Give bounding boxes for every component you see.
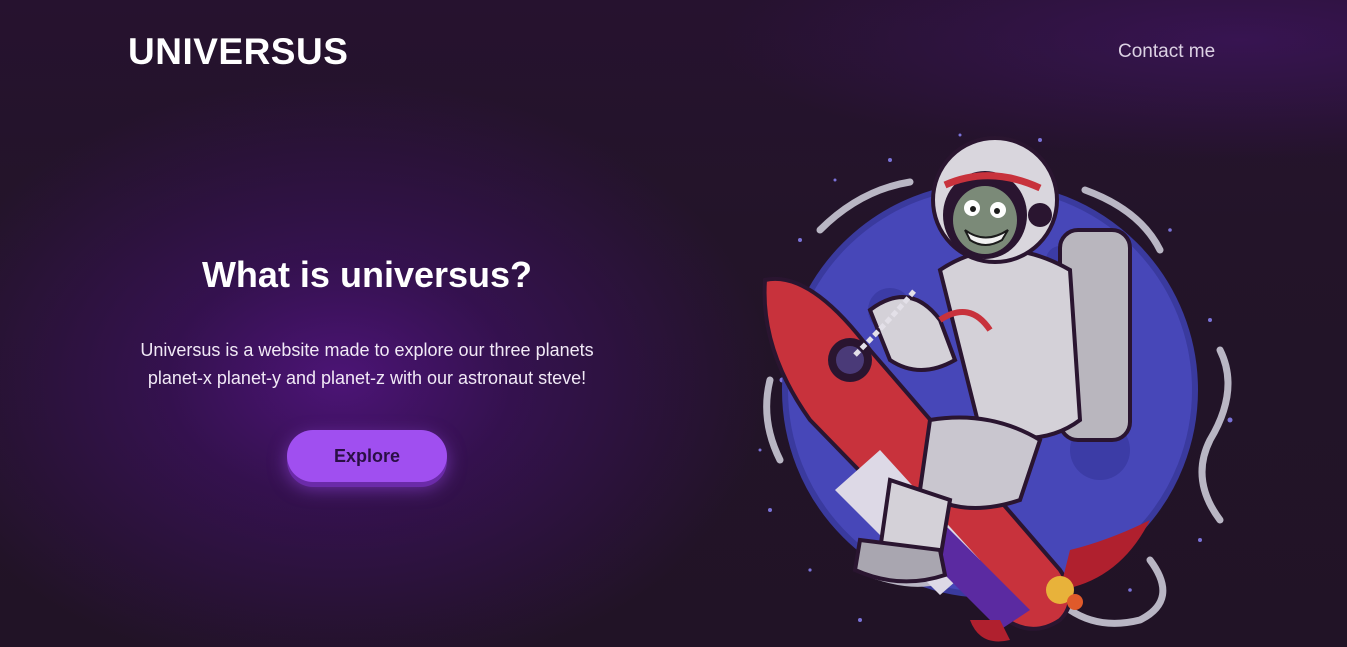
top-navigation: UNIVERSUS Contact me: [0, 0, 1347, 100]
hero-section: What is universus? Universus is a websit…: [108, 240, 626, 482]
astronaut-rocket-svg: [758, 133, 1233, 642]
site-logo[interactable]: UNIVERSUS: [128, 30, 348, 74]
contact-me-link[interactable]: Contact me: [1118, 40, 1215, 64]
hero-description: Universus is a website made to explore o…: [140, 340, 594, 388]
astronaut-on-rocket-illustration: [740, 120, 1260, 647]
hero-title: What is universus?: [201, 254, 533, 295]
explore-button[interactable]: Explore: [287, 430, 447, 482]
